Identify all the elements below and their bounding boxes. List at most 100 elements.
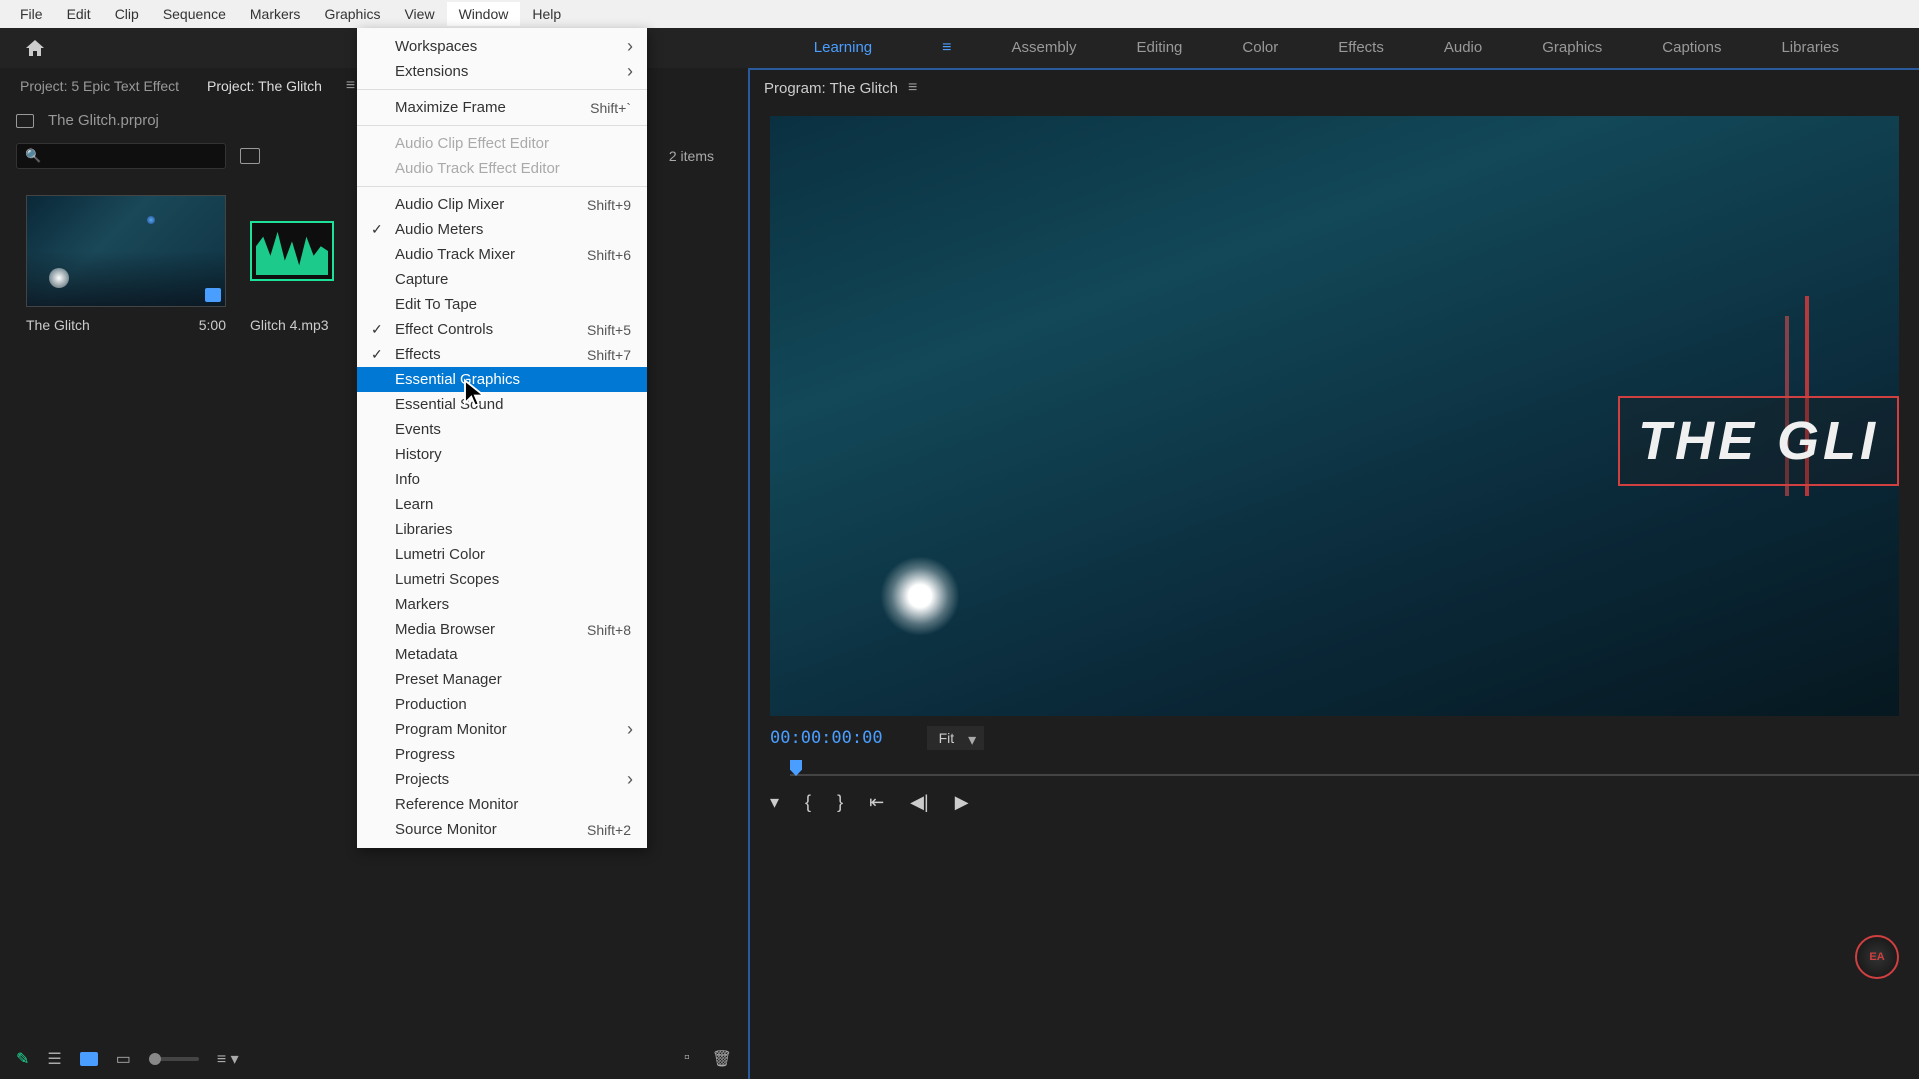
menu-item-label: Source Monitor	[395, 821, 497, 838]
title-text: THE GLI	[1638, 411, 1879, 471]
menu-item-extensions[interactable]: Extensions	[357, 59, 647, 84]
menu-item-essential-sound[interactable]: Essential Sound	[357, 392, 647, 417]
menu-shortcut: Shift+8	[587, 622, 631, 638]
title-graphic[interactable]: THE GLI	[1618, 396, 1899, 486]
menu-item-label: Learn	[395, 496, 433, 513]
new-bin-button[interactable]	[240, 148, 260, 164]
workspace-color[interactable]: Color	[1242, 39, 1278, 57]
menu-item-label: Audio Clip Mixer	[395, 196, 504, 213]
menu-item-workspaces[interactable]: Workspaces	[357, 34, 647, 59]
menu-sequence[interactable]: Sequence	[151, 2, 238, 26]
tab-menu-icon[interactable]: ≡	[346, 77, 355, 95]
mark-clip-icon[interactable]: }	[837, 792, 843, 813]
search-icon: 🔍	[25, 148, 41, 164]
program-menu-icon[interactable]: ≡	[908, 79, 917, 97]
sort-icon[interactable]: ≡ ▾	[217, 1049, 239, 1069]
workspace-menu-icon[interactable]: ≡	[942, 39, 951, 57]
menu-shortcut: Shift+`	[590, 100, 631, 116]
workspace-audio[interactable]: Audio	[1444, 39, 1482, 57]
menu-file[interactable]: File	[8, 2, 55, 26]
pencil-icon[interactable]: ✎	[16, 1049, 29, 1069]
workspace-libraries[interactable]: Libraries	[1781, 39, 1839, 57]
menu-item-reference-monitor[interactable]: Reference Monitor	[357, 792, 647, 817]
menu-item-effect-controls[interactable]: Effect ControlsShift+5	[357, 317, 647, 342]
menu-item-preset-manager[interactable]: Preset Manager	[357, 667, 647, 692]
menu-item-edit-to-tape[interactable]: Edit To Tape	[357, 292, 647, 317]
workspace-graphics[interactable]: Graphics	[1542, 39, 1602, 57]
menu-item-essential-graphics[interactable]: Essential Graphics	[357, 367, 647, 392]
clip-thumbnail	[26, 195, 226, 307]
menu-item-source-monitor[interactable]: Source MonitorShift+2	[357, 817, 647, 842]
play-icon[interactable]: ▶	[955, 792, 969, 813]
menu-item-events[interactable]: Events	[357, 417, 647, 442]
menu-item-history[interactable]: History	[357, 442, 647, 467]
workspace-editing[interactable]: Editing	[1137, 39, 1183, 57]
menu-help[interactable]: Help	[520, 2, 573, 26]
menu-item-info[interactable]: Info	[357, 467, 647, 492]
menu-item-markers[interactable]: Markers	[357, 592, 647, 617]
menu-item-projects[interactable]: Projects	[357, 767, 647, 792]
menu-item-lumetri-color[interactable]: Lumetri Color	[357, 542, 647, 567]
menu-item-audio-clip-mixer[interactable]: Audio Clip MixerShift+9	[357, 192, 647, 217]
timecode[interactable]: 00:00:00:00	[770, 728, 883, 748]
go-to-in-icon[interactable]: ⇤	[869, 792, 884, 813]
menu-item-label: Lumetri Color	[395, 546, 485, 563]
trash-icon[interactable]: 🗑	[712, 1049, 732, 1069]
menu-item-label: Extensions	[395, 63, 468, 80]
clip-item[interactable]: The Glitch 5:00	[26, 195, 226, 333]
menu-item-label: Audio Clip Effect Editor	[395, 135, 549, 152]
menu-item-maximize-frame[interactable]: Maximize FrameShift+`	[357, 95, 647, 120]
program-monitor-panel: Program: The Glitch ≡ THE GLI 00:00:00:0…	[748, 68, 1919, 1079]
scrubber[interactable]	[790, 760, 1919, 784]
menu-item-effects[interactable]: EffectsShift+7	[357, 342, 647, 367]
mark-out-icon[interactable]: {	[805, 792, 811, 813]
menu-item-capture[interactable]: Capture	[357, 267, 647, 292]
menu-item-label: History	[395, 446, 442, 463]
bin-icon[interactable]	[16, 114, 34, 128]
menu-item-learn[interactable]: Learn	[357, 492, 647, 517]
workspace-learning[interactable]: Learning	[814, 39, 872, 57]
menu-edit[interactable]: Edit	[55, 2, 103, 26]
freeform-view-icon[interactable]: ▭	[116, 1049, 131, 1069]
menu-markers[interactable]: Markers	[238, 2, 313, 26]
clip-duration: 5:00	[199, 317, 226, 333]
sequence-badge-icon	[205, 288, 221, 302]
list-view-icon[interactable]: ☰	[47, 1049, 61, 1069]
tab-project-1[interactable]: Project: 5 Epic Text Effect	[10, 72, 189, 100]
menu-item-metadata[interactable]: Metadata	[357, 642, 647, 667]
step-back-icon[interactable]: ◀|	[910, 792, 929, 813]
menu-clip[interactable]: Clip	[103, 2, 151, 26]
menu-item-production[interactable]: Production	[357, 692, 647, 717]
search-input[interactable]: 🔍	[16, 143, 226, 169]
clip-name: The Glitch	[26, 317, 90, 333]
mark-in-icon[interactable]: ▾	[770, 792, 779, 813]
icon-view-icon[interactable]	[80, 1052, 98, 1066]
zoom-slider[interactable]	[149, 1057, 199, 1061]
menu-item-media-browser[interactable]: Media BrowserShift+8	[357, 617, 647, 642]
menu-view[interactable]: View	[392, 2, 446, 26]
tab-project-2[interactable]: Project: The Glitch	[197, 72, 332, 100]
clip-item[interactable]: Glitch 4.mp3	[250, 195, 334, 333]
menu-item-label: Program Monitor	[395, 721, 507, 738]
menu-graphics[interactable]: Graphics	[312, 2, 392, 26]
menu-item-progress[interactable]: Progress	[357, 742, 647, 767]
transport-controls: ▾ { } ⇤ ◀| ▶	[750, 784, 1919, 821]
workspace-effects[interactable]: Effects	[1338, 39, 1384, 57]
workspace-assembly[interactable]: Assembly	[1012, 39, 1077, 57]
menu-item-label: Markers	[395, 596, 449, 613]
zoom-fit-select[interactable]: Fit	[927, 726, 985, 750]
new-item-icon[interactable]: ▫	[684, 1049, 690, 1069]
menu-item-audio-track-mixer[interactable]: Audio Track MixerShift+6	[357, 242, 647, 267]
menu-window[interactable]: Window	[447, 2, 521, 26]
menu-shortcut: Shift+6	[587, 247, 631, 263]
menu-item-lumetri-scopes[interactable]: Lumetri Scopes	[357, 567, 647, 592]
menu-item-libraries[interactable]: Libraries	[357, 517, 647, 542]
menu-item-audio-meters[interactable]: Audio Meters	[357, 217, 647, 242]
home-button[interactable]	[20, 33, 50, 63]
ea-badge: EA	[1855, 935, 1899, 979]
program-viewport[interactable]: THE GLI	[770, 116, 1899, 716]
menu-item-label: Essential Graphics	[395, 371, 520, 388]
workspace-captions[interactable]: Captions	[1662, 39, 1721, 57]
menu-item-label: Capture	[395, 271, 448, 288]
menu-item-program-monitor[interactable]: Program Monitor	[357, 717, 647, 742]
